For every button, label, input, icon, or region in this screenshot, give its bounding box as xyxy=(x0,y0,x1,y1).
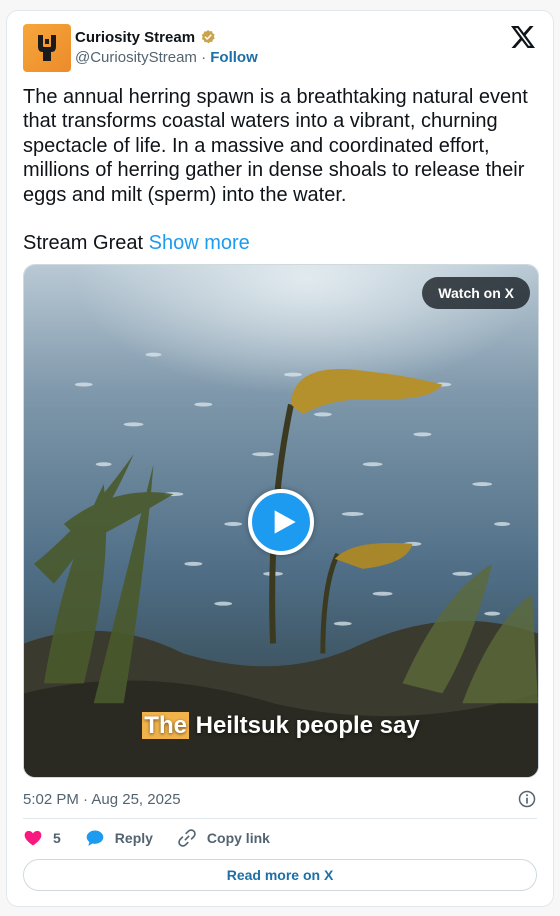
post-text: The annual herring spawn is a breathtaki… xyxy=(23,86,528,206)
copy-link-label: Copy link xyxy=(206,830,270,846)
post-text-continued: Stream Great Show more xyxy=(23,231,539,255)
watch-on-x-button[interactable]: Watch on X xyxy=(422,277,530,309)
reply-label: Reply xyxy=(114,830,153,846)
post-actions: 5 Reply Copy link xyxy=(23,827,537,849)
post-text-2: Stream Great xyxy=(23,232,149,255)
avatar[interactable] xyxy=(23,24,71,72)
caption-rest: Heiltsuk people say xyxy=(188,712,420,739)
copy-link-button[interactable]: Copy link xyxy=(177,828,270,848)
post-body: The annual herring spawn is a breathtaki… xyxy=(23,85,539,255)
divider xyxy=(23,818,537,819)
read-more-button[interactable]: Read more on X xyxy=(23,859,537,891)
play-button[interactable] xyxy=(248,489,314,555)
caption-highlight: The xyxy=(142,712,189,739)
author-identity: Curiosity Stream @CuriosityStream · Foll… xyxy=(75,27,258,69)
video-player[interactable]: Watch on X The Heiltsuk people say xyxy=(23,264,539,778)
author-name[interactable]: Curiosity Stream xyxy=(75,29,195,46)
embedded-post-card: Curiosity Stream @CuriosityStream · Foll… xyxy=(6,10,554,907)
reply-icon xyxy=(86,830,104,846)
heart-icon xyxy=(24,830,42,846)
author-handle[interactable]: @CuriosityStream xyxy=(75,49,197,66)
verified-badge-icon xyxy=(201,30,215,44)
video-caption: The Heiltsuk people say xyxy=(24,712,538,740)
handle-separator: · xyxy=(196,49,211,66)
post-header: Curiosity Stream @CuriosityStream · Foll… xyxy=(23,24,537,74)
show-more-link[interactable]: Show more xyxy=(149,232,250,254)
x-logo-icon[interactable] xyxy=(511,26,535,48)
info-icon[interactable] xyxy=(517,789,537,809)
play-icon xyxy=(274,510,296,534)
link-icon xyxy=(178,829,196,847)
timestamp[interactable]: 5:02 PM · Aug 25, 2025 xyxy=(23,791,181,808)
like-button[interactable]: 5 xyxy=(23,828,61,848)
like-count: 5 xyxy=(53,830,61,846)
post-meta: 5:02 PM · Aug 25, 2025 xyxy=(23,789,537,809)
follow-button[interactable]: Follow xyxy=(210,49,258,66)
curiosity-stream-logo-icon xyxy=(38,35,56,61)
reply-button[interactable]: Reply xyxy=(85,828,153,848)
